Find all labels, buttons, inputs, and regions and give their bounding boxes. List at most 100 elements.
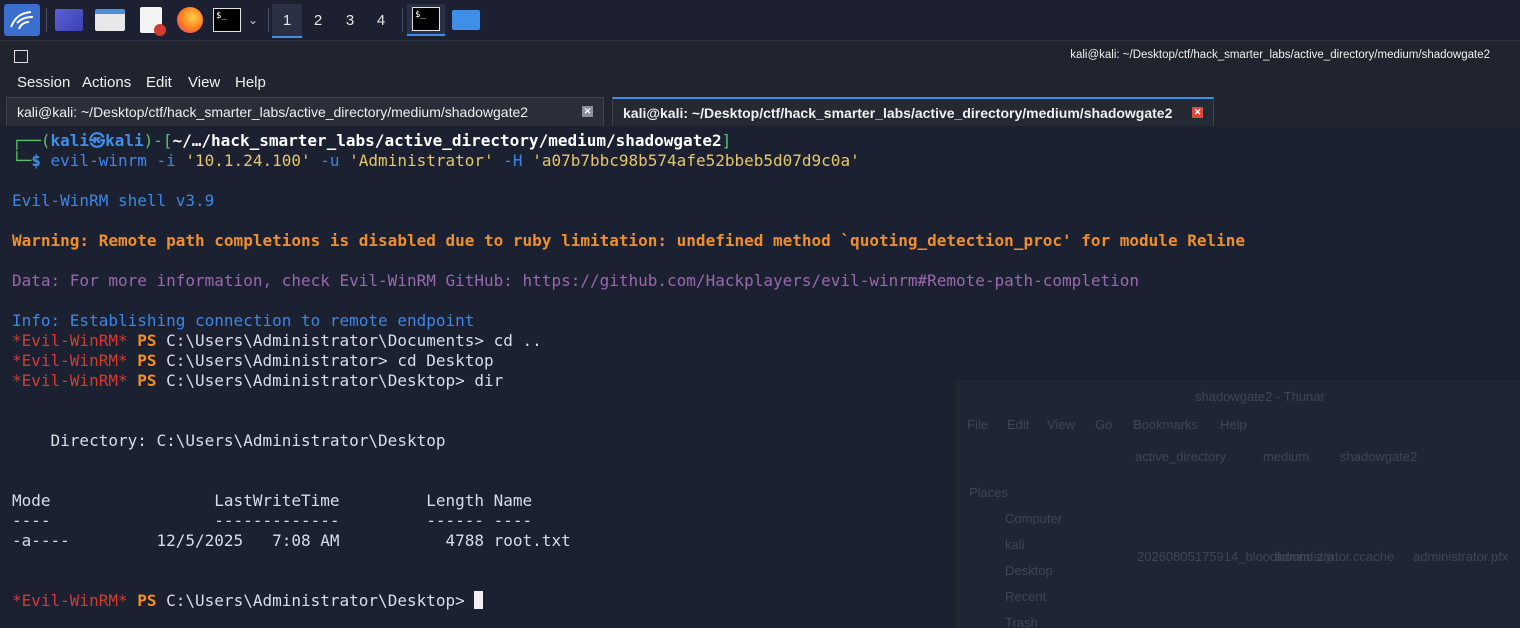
- ps-tag: *Evil-WinRM*: [12, 331, 128, 350]
- command-line: └─$ evil-winrm -i '10.1.24.100' -u 'Admi…: [12, 151, 860, 171]
- menu-view[interactable]: View: [188, 74, 220, 91]
- window-titlebar: kali@kali: ~/Desktop/ctf/hack_smarter_la…: [0, 41, 1520, 71]
- tab-terminal-2[interactable]: kali@kali: ~/Desktop/ctf/hack_smarter_la…: [612, 97, 1214, 126]
- command-flag-h: -H: [493, 151, 533, 170]
- tab-label: kali@kali: ~/Desktop/ctf/hack_smarter_la…: [17, 104, 529, 120]
- ps-label: PS: [137, 591, 157, 610]
- workspace-label: 1: [282, 11, 292, 29]
- bg-place-computer: Computer: [1005, 511, 1063, 526]
- terminal-window-icon[interactable]: $_: [407, 4, 445, 36]
- command-flag-i: -i: [146, 151, 186, 170]
- info-line: Info: Establishing connection to remote …: [12, 311, 475, 330]
- table-row: -a---- 12/5/2025 7:08 AM 4788 root.txt: [12, 531, 571, 550]
- command-ip: '10.1.24.100': [185, 151, 311, 170]
- data-line: Data: For more information, check Evil-W…: [12, 271, 1140, 290]
- command-name: evil-winrm: [50, 151, 147, 170]
- ps-command: C:\Users\Administrator\Documents> cd ..: [156, 331, 542, 350]
- ps-command: C:\Users\Administrator\Desktop>: [156, 591, 475, 610]
- prompt-user: kali: [50, 131, 90, 150]
- prompt-dollar: $: [31, 151, 51, 170]
- ps-line-2: *Evil-WinRM* PS C:\Users\Administrator> …: [12, 351, 494, 371]
- command-user: 'Administrator': [349, 151, 494, 170]
- text-cursor: [474, 591, 484, 609]
- ps-label: PS: [137, 371, 157, 390]
- ps-tag: *Evil-WinRM*: [12, 351, 128, 370]
- close-icon[interactable]: ✕: [1192, 107, 1203, 118]
- command-flag-u: -u: [310, 151, 350, 170]
- bg-breadcrumb-2: medium: [1263, 449, 1310, 464]
- bg-menu-edit: Edit: [1007, 417, 1030, 432]
- firefox-icon[interactable]: [172, 4, 208, 36]
- close-icon[interactable]: ✕: [582, 106, 593, 117]
- ps-line-1: *Evil-WinRM* PS C:\Users\Administrator\D…: [12, 331, 542, 351]
- ps-command: C:\Users\Administrator\Desktop> dir: [156, 371, 504, 390]
- workspace-1[interactable]: 1: [272, 4, 302, 38]
- ps-tag: *Evil-WinRM*: [12, 591, 128, 610]
- command-hash: 'a07b7bbc98b574afe52bbeb5d07d9c0a': [532, 151, 860, 170]
- workspace-4[interactable]: 4: [366, 4, 396, 36]
- bg-file-3: administrator.pfx: [1413, 549, 1509, 564]
- menu-session[interactable]: Session: [17, 74, 70, 91]
- warning-line: Warning: Remote path completions is disa…: [12, 231, 1245, 250]
- prompt-arrow: └─: [12, 151, 32, 170]
- bg-menu-view: View: [1047, 417, 1075, 432]
- ps-label: PS: [137, 331, 157, 350]
- prompt-mid: )-[: [143, 131, 173, 150]
- window-title: kali@kali: ~/Desktop/ctf/hack_smarter_la…: [1070, 49, 1490, 61]
- tab-bar: kali@kali: ~/Desktop/ctf/hack_smarter_la…: [0, 95, 1520, 127]
- chevron-down-icon[interactable]: ⌄: [244, 4, 262, 36]
- bg-menu-bookmarks: Bookmarks: [1133, 417, 1199, 432]
- menu-help[interactable]: Help: [235, 74, 266, 91]
- taskbar: $_ ⌄ 1 2 3 4 $_: [0, 0, 1520, 41]
- ps-command: C:\Users\Administrator> cd Desktop: [156, 351, 494, 370]
- ps-label: PS: [137, 351, 157, 370]
- workspace-3[interactable]: 3: [335, 4, 365, 36]
- desktop-icon[interactable]: [52, 4, 86, 36]
- bg-breadcrumb-1: active_directory: [1135, 449, 1227, 464]
- taskbar-separator: [268, 8, 269, 32]
- terminal-output[interactable]: shadowgate2 - Thunar File Edit View Go B…: [0, 126, 1520, 628]
- ps-tag: *Evil-WinRM*: [12, 371, 128, 390]
- bg-file-2: administrator.ccache: [1275, 549, 1395, 564]
- taskbar-separator: [46, 8, 47, 32]
- bg-window-title: shadowgate2 - Thunar: [1195, 389, 1325, 404]
- table-header: Mode LastWriteTime Length Name: [12, 491, 533, 510]
- bg-file-1: 20260805175914_bloodhound.zip: [1137, 549, 1334, 564]
- terminal-icon[interactable]: $_: [210, 4, 244, 36]
- ps-line-3: *Evil-WinRM* PS C:\Users\Administrator\D…: [12, 371, 503, 391]
- bg-menu-file: File: [967, 417, 988, 432]
- prompt-at: ㉿: [89, 131, 106, 150]
- prompt-path: ~/…/hack_smarter_labs/active_directory/m…: [172, 131, 722, 150]
- menu-edit[interactable]: Edit: [146, 74, 172, 91]
- bg-place-trash: Trash: [1005, 615, 1038, 628]
- tab-terminal-1[interactable]: kali@kali: ~/Desktop/ctf/hack_smarter_la…: [6, 97, 604, 126]
- directory-line: Directory: C:\Users\Administrator\Deskto…: [12, 431, 446, 450]
- menu-actions[interactable]: Actions: [82, 74, 131, 91]
- bg-place-recent: Recent: [1005, 589, 1047, 604]
- taskbar-separator: [402, 8, 403, 32]
- kali-menu-icon[interactable]: [4, 4, 40, 36]
- file-manager-icon[interactable]: [92, 4, 128, 36]
- prompt-line: ┌──(kali㉿kali)-[~/…/hack_smarter_labs/ac…: [12, 131, 731, 151]
- terminal-app-icon: [14, 50, 28, 63]
- shell-version: Evil-WinRM shell v3.9: [12, 191, 215, 210]
- tab-label: kali@kali: ~/Desktop/ctf/hack_smarter_la…: [623, 104, 1173, 121]
- prompt-bracket-open: ┌──(: [12, 131, 51, 150]
- bg-menu-help: Help: [1220, 417, 1247, 432]
- workspace-label: 2: [313, 11, 323, 29]
- bg-places-header: Places: [969, 485, 1009, 500]
- workspace-label: 4: [376, 11, 386, 29]
- menu-bar: Session Actions Edit View Help: [0, 71, 1520, 95]
- prompt-host: kali: [105, 131, 144, 150]
- bg-menu-go: Go: [1095, 417, 1113, 432]
- folder-icon[interactable]: [449, 4, 483, 36]
- bg-place-desktop: Desktop: [1005, 563, 1053, 578]
- text-editor-icon[interactable]: [134, 4, 168, 36]
- workspace-2[interactable]: 2: [303, 4, 333, 36]
- background-file-manager-window: shadowgate2 - Thunar File Edit View Go B…: [955, 381, 1520, 628]
- bg-breadcrumb-3: shadowgate2: [1340, 449, 1418, 464]
- table-rule: ---- ------------- ------ ----: [12, 511, 533, 530]
- bg-place-kali: kali: [1005, 537, 1025, 552]
- ps-final-prompt: *Evil-WinRM* PS C:\Users\Administrator\D…: [12, 591, 484, 611]
- prompt-bracket-close: ]: [721, 131, 732, 150]
